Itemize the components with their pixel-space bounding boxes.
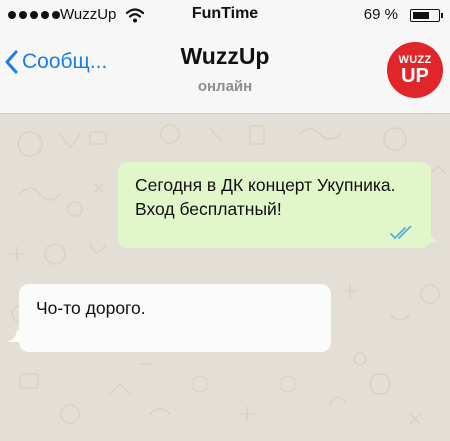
avatar[interactable]: WUZZ UP (387, 42, 443, 98)
chat-title: WuzzUp (180, 43, 270, 69)
read-receipt-icon (390, 226, 412, 239)
battery-icon (410, 9, 443, 22)
bubble-tail (424, 230, 439, 242)
message-incoming[interactable]: Чо-то дорого. (19, 284, 331, 352)
chat-area[interactable]: Сегодня в ДК концерт Укупника. Вход бесп… (0, 114, 450, 441)
status-bar: WuzzUp FunTime 69 % (0, 0, 450, 32)
battery-percent: 69 % (363, 6, 398, 23)
message-outgoing[interactable]: Сегодня в ДК концерт Укупника. Вход бесп… (118, 162, 431, 248)
message-text: Чо-то дорого. (36, 298, 146, 318)
bubble-tail (7, 330, 22, 342)
chat-header: Сообщ... WuzzUp онлайн WUZZ UP (0, 32, 450, 114)
chat-status: онлайн (197, 78, 253, 95)
message-text: Сегодня в ДК концерт Укупника. Вход бесп… (135, 175, 396, 219)
avatar-text-bottom: UP (401, 65, 429, 87)
